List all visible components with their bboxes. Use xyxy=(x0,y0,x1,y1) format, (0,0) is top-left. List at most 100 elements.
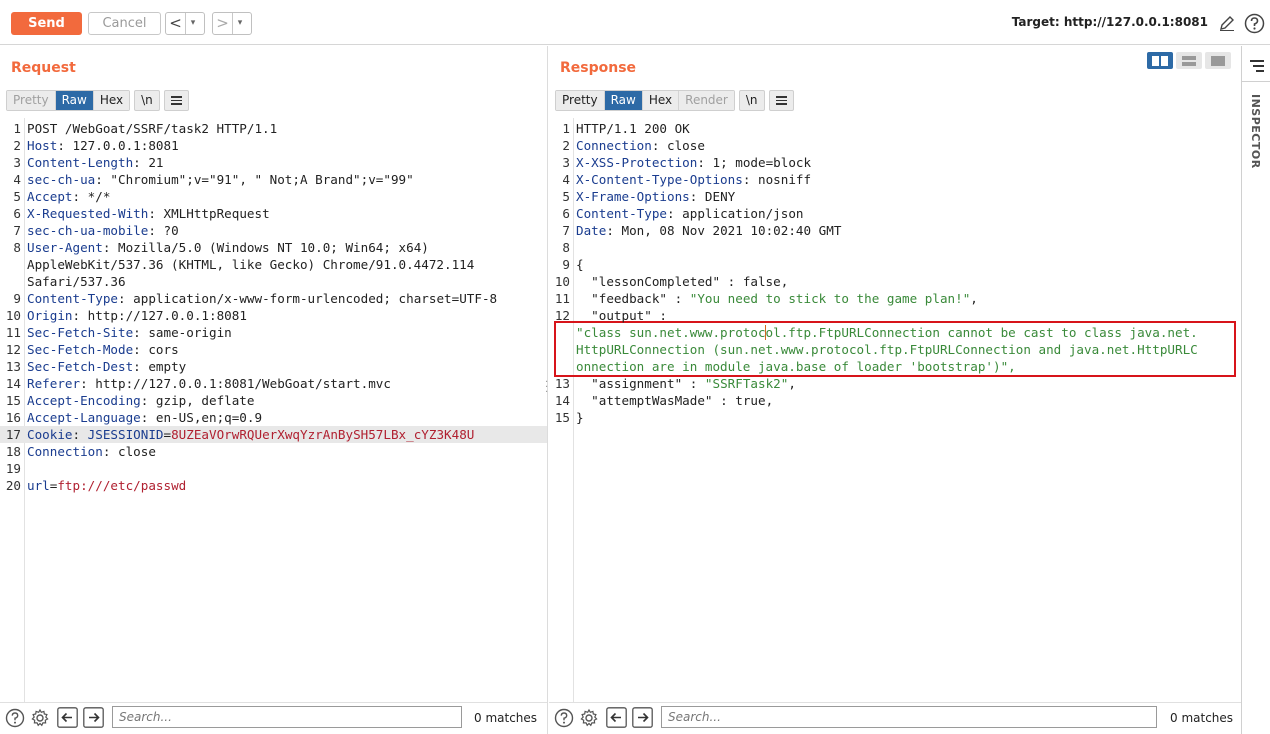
back-dropdown-icon[interactable]: ▾ xyxy=(185,13,200,34)
line-text: Connection: close xyxy=(576,137,705,154)
line-text: X-Frame-Options: DENY xyxy=(576,188,735,205)
help-icon[interactable] xyxy=(553,707,574,728)
newline-toggle[interactable]: \n xyxy=(134,90,160,111)
tab-pretty[interactable]: Pretty xyxy=(556,91,605,110)
tab-pretty[interactable]: Pretty xyxy=(7,91,56,110)
header-name: X-XSS-Protection xyxy=(576,155,698,170)
inspector-menu-icon[interactable] xyxy=(1250,60,1264,75)
json-brace: } xyxy=(576,410,584,425)
code-line: 15 Accept-Encoding: gzip, deflate xyxy=(0,392,547,409)
cancel-button[interactable]: Cancel xyxy=(88,12,161,35)
help-icon[interactable] xyxy=(1243,12,1265,34)
top-toolbar: Send Cancel < ▾ > ▾ Target: http://127.0… xyxy=(0,0,1270,45)
json-separator: : xyxy=(712,393,736,408)
line-number: 3 xyxy=(13,155,21,170)
code-line: 5 X-Frame-Options: DENY xyxy=(549,188,1241,205)
previous-match-icon[interactable] xyxy=(606,707,627,728)
header-value: http://127.0.0.1:8081 xyxy=(87,308,247,323)
line-number: 12 xyxy=(5,342,21,357)
line-text: Cookie: JSESSIONID=8UZEaVOrwRQUerXwqYzrA… xyxy=(27,426,474,443)
newline-toggle[interactable]: \n xyxy=(738,90,765,111)
help-icon[interactable] xyxy=(4,707,25,728)
layout-side-by-side-button[interactable] xyxy=(1147,52,1173,69)
response-editor[interactable]: 1 HTTP/1.1 200 OK 2 Connection: close 3 X-XSS… xyxy=(549,118,1241,702)
response-search-bar: 0 matches xyxy=(549,702,1241,734)
code-line: 14 Referer: http://127.0.0.1:8081/WebGoat… xyxy=(0,375,547,392)
response-search-input[interactable] xyxy=(661,706,1157,728)
header-name: Referer xyxy=(27,376,81,391)
request-search-input[interactable] xyxy=(112,706,462,728)
next-match-icon[interactable] xyxy=(632,707,653,728)
code-line: 7 Date: Mon, 08 Nov 2021 10:02:40 GMT xyxy=(549,222,1241,239)
previous-match-icon[interactable] xyxy=(57,707,78,728)
layout-switcher xyxy=(1147,52,1231,69)
history-back-control[interactable]: < ▾ xyxy=(165,12,205,35)
history-forward-control[interactable]: > ▾ xyxy=(212,12,252,35)
back-arrow-icon[interactable]: < xyxy=(166,13,185,34)
header-separator: : xyxy=(102,240,118,255)
header-name: Connection xyxy=(27,444,103,459)
line-number: 9 xyxy=(562,257,570,272)
json-separator: : xyxy=(720,274,743,289)
line-number: 10 xyxy=(554,274,570,289)
header-value: empty xyxy=(148,359,187,374)
line-number: 3 xyxy=(562,155,570,170)
menu-icon[interactable] xyxy=(163,90,189,111)
line-number: 14 xyxy=(5,376,21,391)
header-separator: : xyxy=(133,325,149,340)
layout-tabs-button[interactable] xyxy=(1205,52,1231,69)
tab-raw[interactable]: Raw xyxy=(55,91,94,110)
line-text: { xyxy=(576,256,584,273)
code-line: 17 Cookie: JSESSIONID=8UZEaVOrwRQUerXwqYz… xyxy=(0,426,547,443)
line-text: Sec-Fetch-Site: same-origin xyxy=(27,324,232,341)
panel-resize-handle[interactable]: · · · xyxy=(545,378,548,398)
line-number: 9 xyxy=(13,291,21,306)
settings-gear-icon[interactable] xyxy=(29,707,50,728)
edit-pencil-icon[interactable] xyxy=(1216,12,1238,34)
header-separator: : xyxy=(742,172,758,187)
header-value: http://127.0.0.1:8081/WebGoat/start.mvc xyxy=(95,376,391,391)
menu-icon[interactable] xyxy=(768,90,794,111)
line-number: 2 xyxy=(13,138,21,153)
next-match-icon[interactable] xyxy=(83,707,104,728)
line-number: 12 xyxy=(554,308,570,323)
request-editor[interactable]: 1 POST /WebGoat/SSRF/task2 HTTP/1.1 2 Host:… xyxy=(0,118,547,702)
request-match-count: 0 matches xyxy=(474,711,538,725)
header-name: Cookie xyxy=(27,427,73,442)
line-number: 18 xyxy=(5,444,21,459)
tab-render[interactable]: Render xyxy=(679,91,734,110)
line-text: Content-Type: application/json xyxy=(576,205,804,222)
line-text: url=ftp:///etc/passwd xyxy=(27,477,186,494)
header-value: "Chromium";v="91", " Not;A Brand";v="99" xyxy=(110,172,414,187)
code-line: 1 HTTP/1.1 200 OK xyxy=(549,120,1241,137)
request-title: Request xyxy=(11,60,76,76)
forward-dropdown-icon[interactable]: ▾ xyxy=(232,13,247,34)
line-number: 14 xyxy=(554,393,570,408)
line-text: "lessonCompleted" : false, xyxy=(576,273,788,290)
settings-gear-icon[interactable] xyxy=(578,707,599,728)
json-value: true xyxy=(735,393,766,408)
header-separator: : xyxy=(148,206,164,221)
header-separator: : xyxy=(667,206,683,221)
inspector-label[interactable]: INSPECTOR xyxy=(1249,94,1262,169)
header-separator: : xyxy=(606,223,622,238)
header-name: Content-Length xyxy=(27,155,134,170)
tab-hex[interactable]: Hex xyxy=(93,91,130,110)
inspector-sidebar[interactable]: INSPECTOR xyxy=(1241,46,1270,734)
header-value: ?0 xyxy=(163,223,179,238)
header-separator: : xyxy=(57,138,73,153)
layout-stacked-button[interactable] xyxy=(1176,52,1202,69)
forward-arrow-icon[interactable]: > xyxy=(213,13,232,34)
tab-hex[interactable]: Hex xyxy=(642,91,680,110)
line-text: Accept-Language: en-US,en;q=0.9 xyxy=(27,409,262,426)
code-line: 8 User-Agent: Mozilla/5.0 (Windows NT 10.… xyxy=(0,239,547,256)
send-button[interactable]: Send xyxy=(11,12,82,35)
line-text: Origin: http://127.0.0.1:8081 xyxy=(27,307,247,324)
line-text: "attemptWasMade" : true, xyxy=(576,392,773,409)
json-brace: { xyxy=(576,257,584,272)
line-text: Sec-Fetch-Mode: cors xyxy=(27,341,179,358)
header-name: Origin xyxy=(27,308,73,323)
tab-raw[interactable]: Raw xyxy=(604,91,643,110)
line-number: 7 xyxy=(13,223,21,238)
line-text: HttpURLConnection (sun.net.www.protocol.… xyxy=(576,341,1198,358)
